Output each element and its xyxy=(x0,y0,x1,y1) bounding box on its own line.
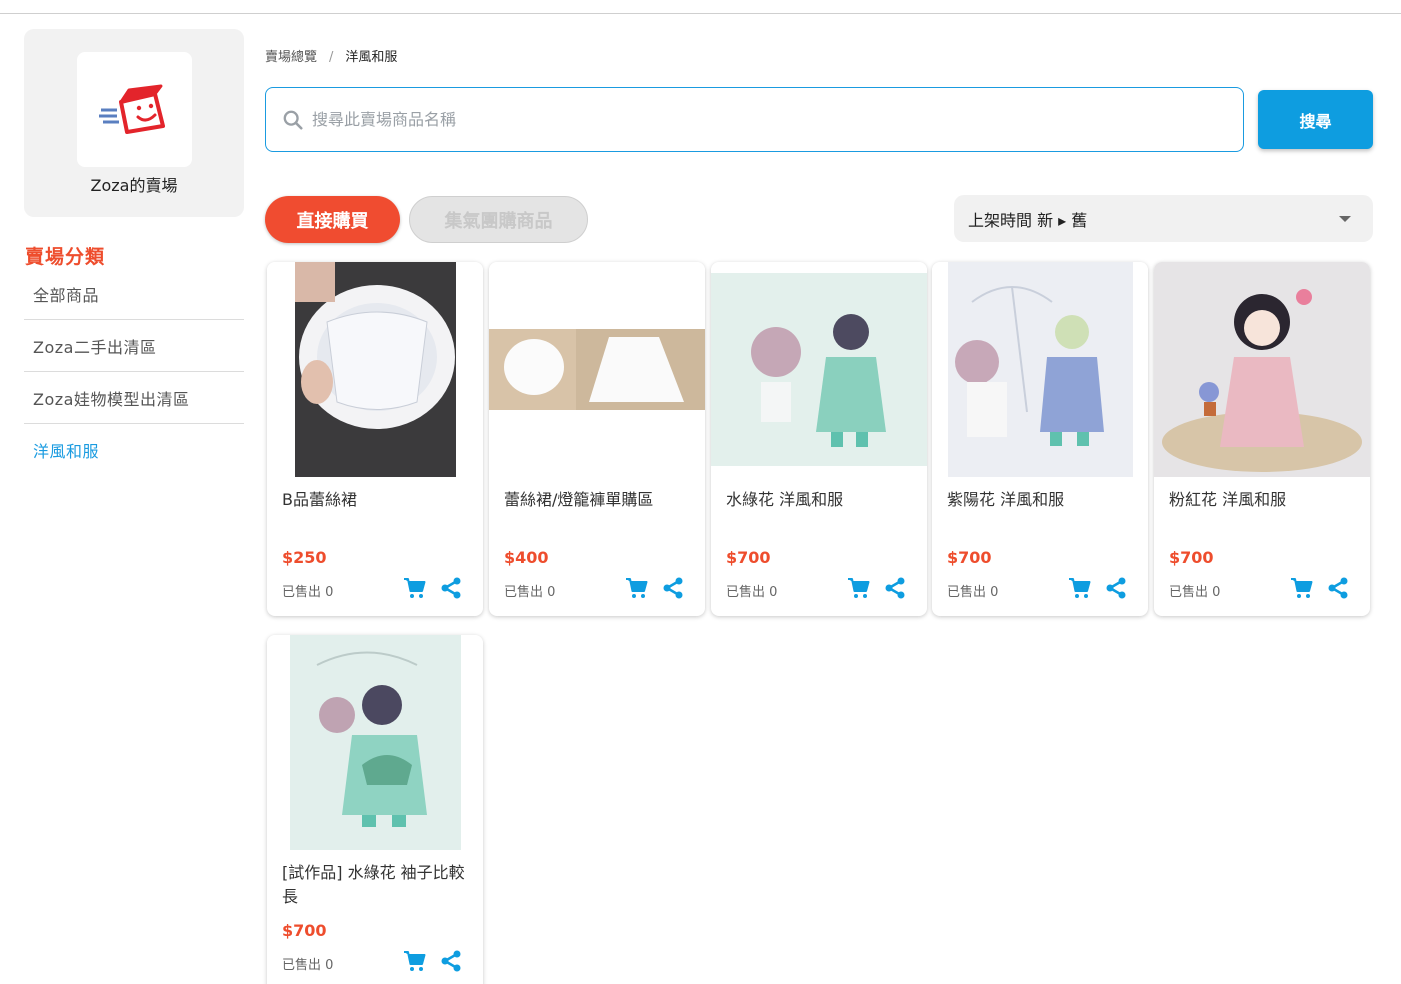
product-sold-count: 已售出 0 xyxy=(282,585,334,600)
category-item-secondhand[interactable]: Zoza二手出清區 xyxy=(24,320,244,372)
product-card[interactable]: 蕾絲裙/燈籠褲單購區 $400 已售出 0 xyxy=(489,262,705,616)
sort-select-value: 上架時間 新 ▸ 舊 xyxy=(968,210,1088,230)
direct-buy-button[interactable]: 直接購買 xyxy=(265,196,400,243)
search-icon xyxy=(283,110,303,130)
product-name[interactable]: B品蕾絲裙 xyxy=(282,488,472,512)
category-title: 賣場分類 xyxy=(25,246,106,268)
cart-icon[interactable] xyxy=(625,576,649,600)
cart-icon[interactable] xyxy=(403,949,427,973)
cart-icon[interactable] xyxy=(1290,576,1314,600)
search-button[interactable]: 搜尋 xyxy=(1258,90,1373,149)
breadcrumb-separator: / xyxy=(329,50,334,65)
search-box xyxy=(265,87,1244,152)
product-image[interactable] xyxy=(489,262,705,477)
cart-icon[interactable] xyxy=(1068,576,1092,600)
product-sold-count: 已售出 0 xyxy=(282,958,334,973)
product-price: $700 xyxy=(726,548,771,567)
product-image[interactable] xyxy=(711,262,927,477)
shop-logo xyxy=(77,52,192,167)
share-icon[interactable] xyxy=(439,576,463,600)
product-price: $700 xyxy=(947,548,992,567)
breadcrumb-current: 洋風和服 xyxy=(345,50,398,65)
product-price: $250 xyxy=(282,548,327,567)
product-price: $700 xyxy=(282,921,327,940)
product-price: $700 xyxy=(1169,548,1214,567)
product-card[interactable]: [試作品] 水綠花 袖子比較長 $700 已售出 0 xyxy=(267,635,483,984)
breadcrumb-root[interactable]: 賣場總覽 xyxy=(265,50,317,65)
share-icon[interactable] xyxy=(1326,576,1350,600)
product-sold-count: 已售出 0 xyxy=(726,585,778,600)
product-sold-count: 已售出 0 xyxy=(947,585,999,600)
chevron-down-icon xyxy=(1339,215,1351,222)
share-icon[interactable] xyxy=(439,949,463,973)
share-icon[interactable] xyxy=(1104,576,1128,600)
product-image[interactable] xyxy=(267,262,483,477)
product-name[interactable]: 紫陽花 洋風和服 xyxy=(947,488,1137,512)
category-item-all[interactable]: 全部商品 xyxy=(24,268,244,320)
product-card[interactable]: B品蕾絲裙 $250 已售出 0 xyxy=(267,262,483,616)
product-image[interactable] xyxy=(267,635,483,850)
cart-icon[interactable] xyxy=(847,576,871,600)
shop-name: Zoza的賣場 xyxy=(90,176,178,195)
product-image[interactable] xyxy=(932,262,1148,477)
product-image[interactable] xyxy=(1154,262,1370,477)
shop-card[interactable]: Zoza的賣場 xyxy=(24,29,244,217)
search-input[interactable] xyxy=(312,110,1212,129)
share-icon[interactable] xyxy=(883,576,907,600)
cart-icon[interactable] xyxy=(403,576,427,600)
product-name[interactable]: 蕾絲裙/燈籠褲單購區 xyxy=(504,488,694,512)
category-item-doll-models[interactable]: Zoza娃物模型出清區 xyxy=(24,372,244,424)
product-sold-count: 已售出 0 xyxy=(1169,585,1221,600)
top-divider xyxy=(0,13,1401,14)
product-name[interactable]: 水綠花 洋風和服 xyxy=(726,488,916,512)
breadcrumb: 賣場總覽 / 洋風和服 xyxy=(265,46,397,65)
product-card[interactable]: 紫陽花 洋風和服 $700 已售出 0 xyxy=(932,262,1148,616)
product-price: $400 xyxy=(504,548,549,567)
sort-select[interactable]: 上架時間 新 ▸ 舊 xyxy=(954,195,1373,242)
product-sold-count: 已售出 0 xyxy=(504,585,556,600)
group-buy-button[interactable]: 集氣團購商品 xyxy=(409,196,588,243)
shop-logo-icon xyxy=(98,84,165,134)
product-card[interactable]: 粉紅花 洋風和服 $700 已售出 0 xyxy=(1154,262,1370,616)
category-item-western-kimono[interactable]: 洋風和服 xyxy=(24,424,244,476)
share-icon[interactable] xyxy=(661,576,685,600)
category-list: 全部商品 Zoza二手出清區 Zoza娃物模型出清區 洋風和服 xyxy=(24,268,244,476)
product-name[interactable]: [試作品] 水綠花 袖子比較長 xyxy=(282,861,472,909)
product-card[interactable]: 水綠花 洋風和服 $700 已售出 0 xyxy=(711,262,927,616)
product-name[interactable]: 粉紅花 洋風和服 xyxy=(1169,488,1359,512)
